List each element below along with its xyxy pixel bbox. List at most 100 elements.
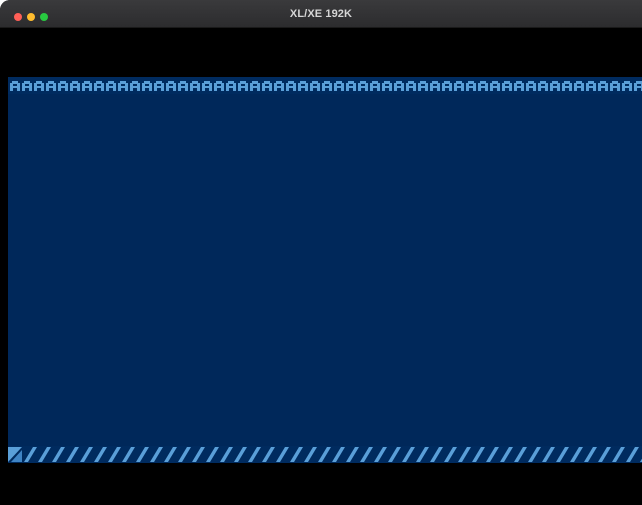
top-glyph-a xyxy=(394,81,404,91)
top-glyph-a xyxy=(106,81,116,91)
top-glyph-a xyxy=(358,81,368,91)
top-glyph-a xyxy=(502,81,512,91)
emulator-window: XL/XE 192K xyxy=(0,0,642,505)
top-glyph-a xyxy=(94,81,104,91)
top-glyph-a xyxy=(118,81,128,91)
top-glyph-row xyxy=(8,77,642,94)
top-glyph-a xyxy=(586,81,596,91)
bottom-glyph-slash xyxy=(472,447,485,462)
top-glyph-a xyxy=(142,81,152,91)
top-glyph-a xyxy=(46,81,56,91)
top-glyph-a xyxy=(430,81,440,91)
top-glyph-a xyxy=(10,81,20,91)
bottom-glyph-slash xyxy=(332,447,345,462)
bottom-glyph-slash xyxy=(570,447,583,462)
bottom-glyph-slash xyxy=(136,447,149,462)
bottom-glyph-slash xyxy=(612,447,625,462)
bottom-glyph-slash xyxy=(416,447,429,462)
bottom-glyph-slash xyxy=(528,447,541,462)
top-glyph-a xyxy=(406,81,416,91)
top-glyph-a xyxy=(70,81,80,91)
bottom-glyph-row xyxy=(8,446,642,463)
bottom-glyph-slash xyxy=(52,447,65,462)
top-glyph-a xyxy=(370,81,380,91)
top-glyph-a xyxy=(298,81,308,91)
bottom-glyph-slash xyxy=(220,447,233,462)
bottom-glyph-slash xyxy=(192,447,205,462)
top-glyph-a xyxy=(58,81,68,91)
bottom-glyph-slash xyxy=(542,447,555,462)
top-glyph-a xyxy=(346,81,356,91)
top-glyph-a xyxy=(274,81,284,91)
top-glyph-a xyxy=(310,81,320,91)
top-glyph-a xyxy=(562,81,572,91)
top-glyph-a xyxy=(454,81,464,91)
bottom-glyph-slash xyxy=(402,447,415,462)
bottom-glyph-slash xyxy=(206,447,219,462)
left-bezel xyxy=(0,28,8,505)
title-bar[interactable]: XL/XE 192K xyxy=(0,0,642,28)
bottom-glyph-slash xyxy=(346,447,359,462)
bottom-glyph-slash xyxy=(598,447,611,462)
bottom-glyph-slash xyxy=(626,447,639,462)
top-glyph-a xyxy=(226,81,236,91)
bottom-glyph-slash xyxy=(66,447,79,462)
bottom-glyph-slash xyxy=(122,447,135,462)
top-glyph-a xyxy=(550,81,560,91)
top-glyph-a xyxy=(334,81,344,91)
bottom-glyph-slash xyxy=(514,447,527,462)
bottom-glyph-slash xyxy=(262,447,275,462)
bottom-glyph-slash xyxy=(444,447,457,462)
top-glyph-a xyxy=(82,81,92,91)
bottom-glyph-slash xyxy=(486,447,499,462)
top-glyph-a xyxy=(190,81,200,91)
bottom-glyph-slash xyxy=(94,447,107,462)
bottom-glyph-slash xyxy=(388,447,401,462)
top-glyph-a xyxy=(34,81,44,91)
bottom-corner-block xyxy=(8,447,22,462)
top-glyph-a xyxy=(322,81,332,91)
bottom-glyph-slash xyxy=(248,447,261,462)
top-glyph-a xyxy=(214,81,224,91)
bottom-glyph-slash xyxy=(234,447,247,462)
top-glyph-a xyxy=(574,81,584,91)
bottom-glyph-slash xyxy=(38,447,51,462)
top-glyph-a xyxy=(514,81,524,91)
top-glyph-a xyxy=(154,81,164,91)
bottom-glyph-slash xyxy=(374,447,387,462)
top-glyph-a xyxy=(262,81,272,91)
top-glyph-a xyxy=(22,81,32,91)
bottom-glyph-slash xyxy=(304,447,317,462)
top-glyph-a xyxy=(622,81,632,91)
top-glyph-a xyxy=(382,81,392,91)
top-glyph-a xyxy=(526,81,536,91)
bottom-glyph-slash xyxy=(164,447,177,462)
top-glyph-a xyxy=(538,81,548,91)
bottom-glyph-slash xyxy=(108,447,121,462)
top-glyph-a xyxy=(478,81,488,91)
bottom-glyph-slash xyxy=(458,447,471,462)
window-title: XL/XE 192K xyxy=(289,8,353,20)
top-glyph-a xyxy=(466,81,476,91)
top-glyph-a xyxy=(634,81,642,91)
bottom-glyph-slash xyxy=(360,447,373,462)
top-glyph-a xyxy=(130,81,140,91)
emulator-screen[interactable] xyxy=(8,77,642,463)
bottom-glyph-slash xyxy=(556,447,569,462)
top-glyph-a xyxy=(202,81,212,91)
bottom-glyph-slash xyxy=(178,447,191,462)
top-glyph-a xyxy=(490,81,500,91)
top-glyph-a xyxy=(238,81,248,91)
bottom-glyph-slash xyxy=(500,447,513,462)
top-glyph-a xyxy=(598,81,608,91)
bottom-glyph-slash xyxy=(150,447,163,462)
top-glyph-a xyxy=(418,81,428,91)
top-glyph-a xyxy=(610,81,620,91)
top-glyph-a xyxy=(250,81,260,91)
top-glyph-a xyxy=(442,81,452,91)
bottom-glyph-slash xyxy=(290,447,303,462)
bottom-glyph-slash xyxy=(430,447,443,462)
bottom-glyph-slash xyxy=(80,447,93,462)
bottom-glyph-slash xyxy=(276,447,289,462)
top-glyph-a xyxy=(178,81,188,91)
